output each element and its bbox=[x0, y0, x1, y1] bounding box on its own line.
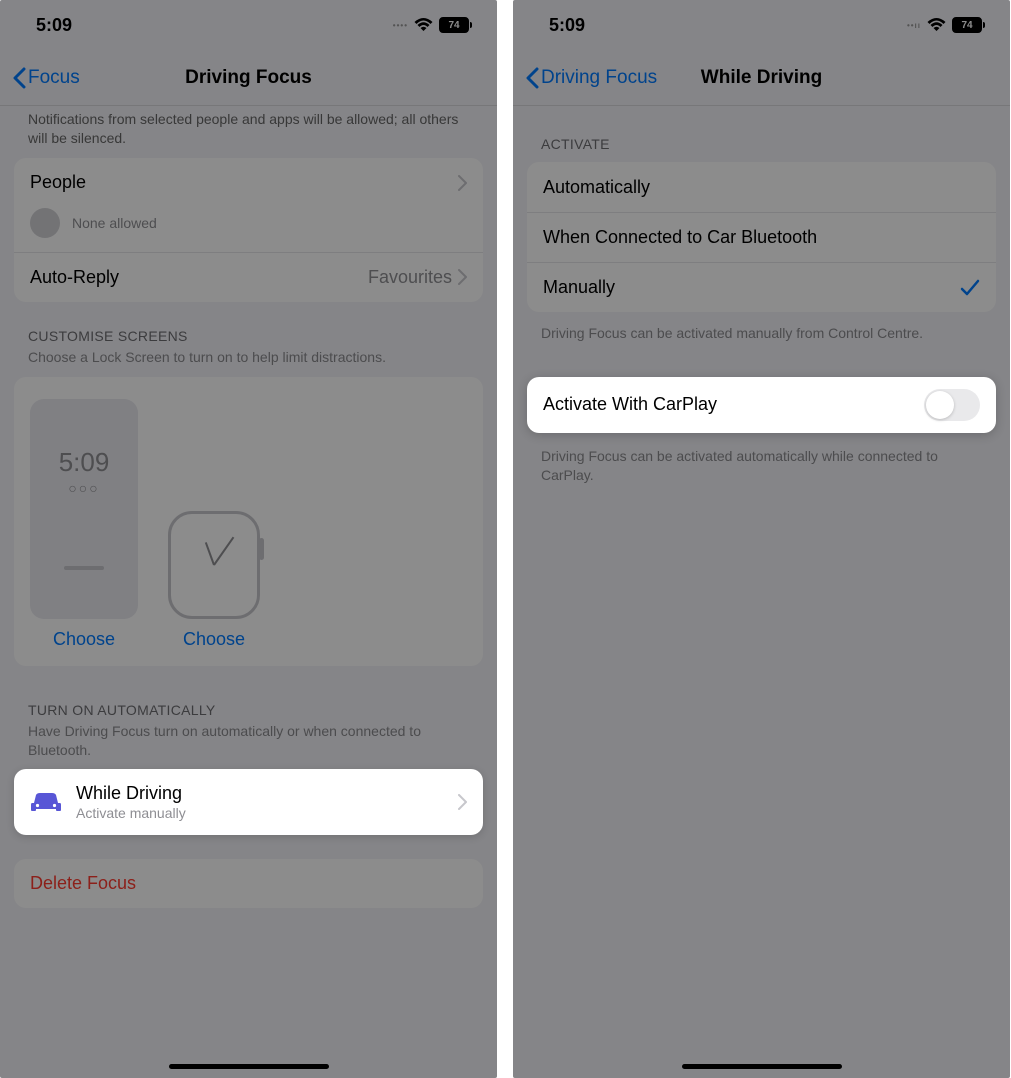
activate-manually-row[interactable]: Manually bbox=[527, 262, 996, 312]
activate-automatically-row[interactable]: Automatically bbox=[527, 162, 996, 212]
avatar-placeholder bbox=[30, 208, 60, 238]
carplay-toggle[interactable] bbox=[924, 389, 980, 421]
preview-homebar bbox=[64, 566, 104, 570]
activate-carplay-row[interactable]: Activate With CarPlay bbox=[527, 377, 996, 433]
preview-time: 5:09 bbox=[59, 447, 110, 478]
option-label: Automatically bbox=[543, 177, 980, 198]
cellular-icon: •••• bbox=[393, 21, 408, 30]
carplay-label: Activate With CarPlay bbox=[543, 394, 924, 415]
notifications-description: Notifications from selected people and a… bbox=[14, 106, 483, 158]
screenshot-right: 5:09 ••ıı 74 Driving Focus While Driving… bbox=[513, 0, 1010, 1078]
status-bar: 5:09 ••ıı 74 bbox=[513, 0, 1010, 50]
auto-reply-label: Auto-Reply bbox=[30, 267, 368, 288]
auto-reply-value: Favourites bbox=[368, 267, 452, 288]
people-none: None allowed bbox=[14, 208, 483, 252]
delete-focus-label: Delete Focus bbox=[30, 873, 136, 893]
chevron-left-icon bbox=[12, 67, 26, 89]
chevron-left-icon bbox=[525, 67, 539, 89]
nav-bar: Focus Driving Focus bbox=[0, 50, 497, 106]
checkmark-icon bbox=[960, 279, 980, 297]
toggle-knob bbox=[926, 391, 954, 419]
option-label: When Connected to Car Bluetooth bbox=[543, 227, 980, 248]
preview-widgets: ○○○ bbox=[68, 480, 99, 496]
cellular-icon: ••ıı bbox=[907, 21, 921, 30]
activate-bluetooth-row[interactable]: When Connected to Car Bluetooth bbox=[527, 212, 996, 262]
auto-reply-row[interactable]: Auto-Reply Favourites bbox=[14, 252, 483, 302]
status-time: 5:09 bbox=[549, 15, 585, 36]
back-button[interactable]: Focus bbox=[12, 67, 80, 89]
allowed-group: People None allowed Auto-Reply Favourite… bbox=[14, 158, 483, 302]
screens-card: 5:09 ○○○ Choose Choose bbox=[14, 377, 483, 666]
page-title: While Driving bbox=[701, 67, 822, 89]
home-indicator[interactable] bbox=[169, 1064, 329, 1069]
back-label: Driving Focus bbox=[541, 67, 657, 89]
back-label: Focus bbox=[28, 67, 80, 89]
page-title: Driving Focus bbox=[185, 67, 312, 89]
carplay-footer: Driving Focus can be activated automatic… bbox=[527, 441, 996, 491]
status-time: 5:09 bbox=[36, 15, 72, 36]
customise-header: CUSTOMISE SCREENS bbox=[14, 322, 483, 348]
battery-icon: 74 bbox=[439, 17, 469, 33]
people-row[interactable]: People bbox=[14, 158, 483, 208]
screenshot-left: 5:09 •••• 74 Focus Driving Focus Notific… bbox=[0, 0, 497, 1078]
chevron-right-icon bbox=[458, 175, 467, 191]
lockscreen-preview[interactable]: 5:09 ○○○ bbox=[30, 399, 138, 619]
wifi-icon bbox=[414, 18, 433, 32]
choose-watch-button[interactable]: Choose bbox=[183, 629, 245, 650]
delete-focus-button[interactable]: Delete Focus bbox=[14, 859, 483, 908]
back-button[interactable]: Driving Focus bbox=[525, 67, 657, 89]
people-label: People bbox=[30, 172, 458, 193]
chevron-right-icon bbox=[458, 269, 467, 285]
nav-bar: Driving Focus While Driving bbox=[513, 50, 1010, 106]
while-driving-label: While Driving bbox=[76, 783, 444, 804]
status-bar: 5:09 •••• 74 bbox=[0, 0, 497, 50]
home-indicator[interactable] bbox=[682, 1064, 842, 1069]
activate-header: ACTIVATE bbox=[527, 130, 996, 156]
auto-sub: Have Driving Focus turn on automatically… bbox=[14, 722, 483, 770]
option-label: Manually bbox=[543, 277, 960, 298]
auto-header: TURN ON AUTOMATICALLY bbox=[14, 696, 483, 722]
customise-sub: Choose a Lock Screen to turn on to help … bbox=[14, 348, 483, 377]
activate-group: Automatically When Connected to Car Blue… bbox=[527, 162, 996, 312]
battery-icon: 74 bbox=[952, 17, 982, 33]
while-driving-row[interactable]: While Driving Activate manually bbox=[14, 769, 483, 835]
activate-footer: Driving Focus can be activated manually … bbox=[527, 318, 996, 349]
chevron-right-icon bbox=[458, 794, 467, 810]
none-allowed-label: None allowed bbox=[72, 215, 157, 231]
car-icon bbox=[30, 791, 62, 813]
watch-preview[interactable] bbox=[168, 511, 260, 619]
wifi-icon bbox=[927, 18, 946, 32]
while-driving-sub: Activate manually bbox=[76, 805, 444, 821]
choose-lockscreen-button[interactable]: Choose bbox=[53, 629, 115, 650]
